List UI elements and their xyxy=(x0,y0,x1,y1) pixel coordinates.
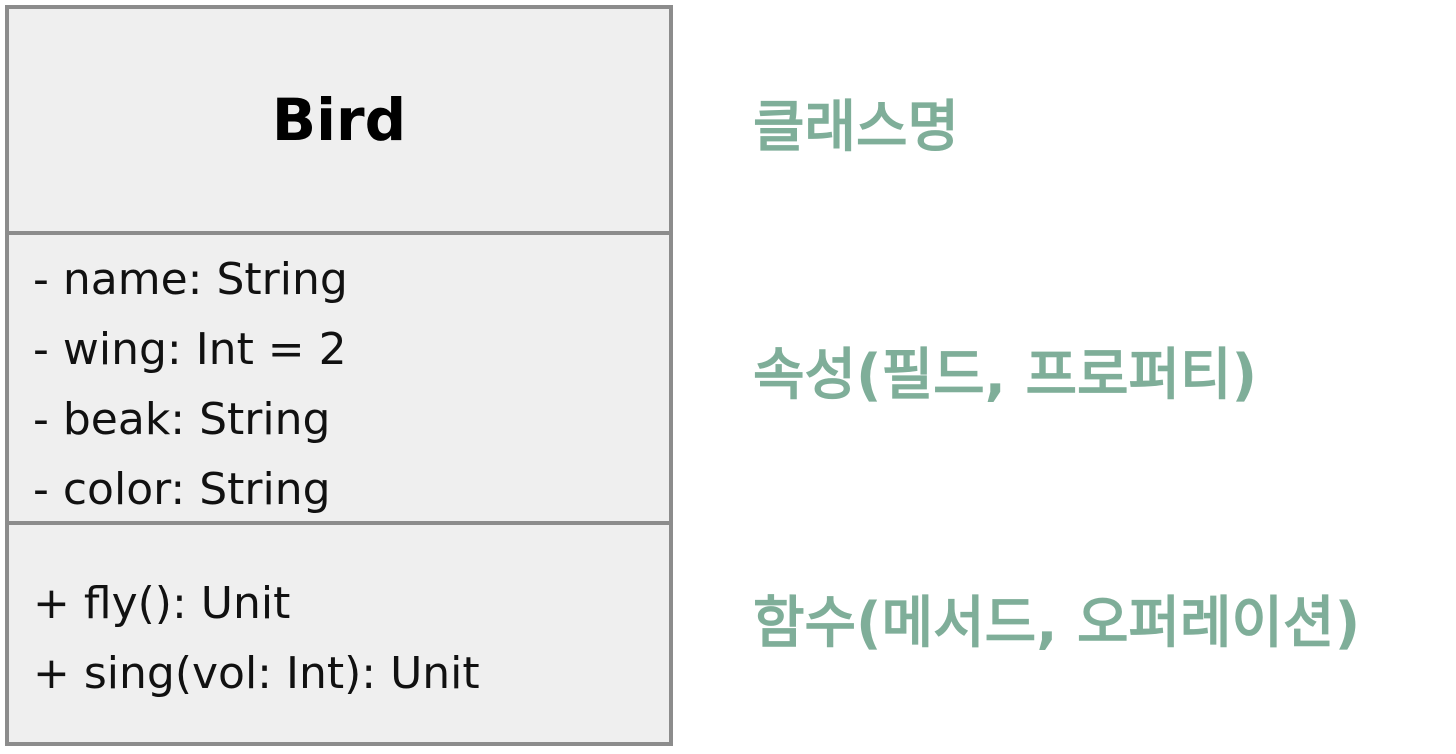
attribute-item: - wing: Int = 2 xyxy=(33,324,347,375)
method-item: + fly(): Unit xyxy=(33,578,291,629)
class-name: Bird xyxy=(271,86,407,154)
attribute-item: - name: String xyxy=(33,254,348,305)
class-name-section: Bird xyxy=(9,9,669,231)
attributes-section: - name: String - wing: Int = 2 - beak: S… xyxy=(9,231,669,525)
methods-label: 함수(메서드, 오퍼레이션) xyxy=(753,591,1361,656)
method-item: + sing(vol: Int): Unit xyxy=(33,648,480,699)
uml-class-box: Bird - name: String - wing: Int = 2 - be… xyxy=(5,5,673,746)
attribute-item: - beak: String xyxy=(33,394,331,445)
methods-section: + fly(): Unit + sing(vol: Int): Unit xyxy=(9,521,669,742)
attributes-label: 속성(필드, 프로퍼티) xyxy=(753,343,1258,408)
class-name-label: 클래스명 xyxy=(753,95,960,160)
attribute-item: - color: String xyxy=(33,464,331,515)
